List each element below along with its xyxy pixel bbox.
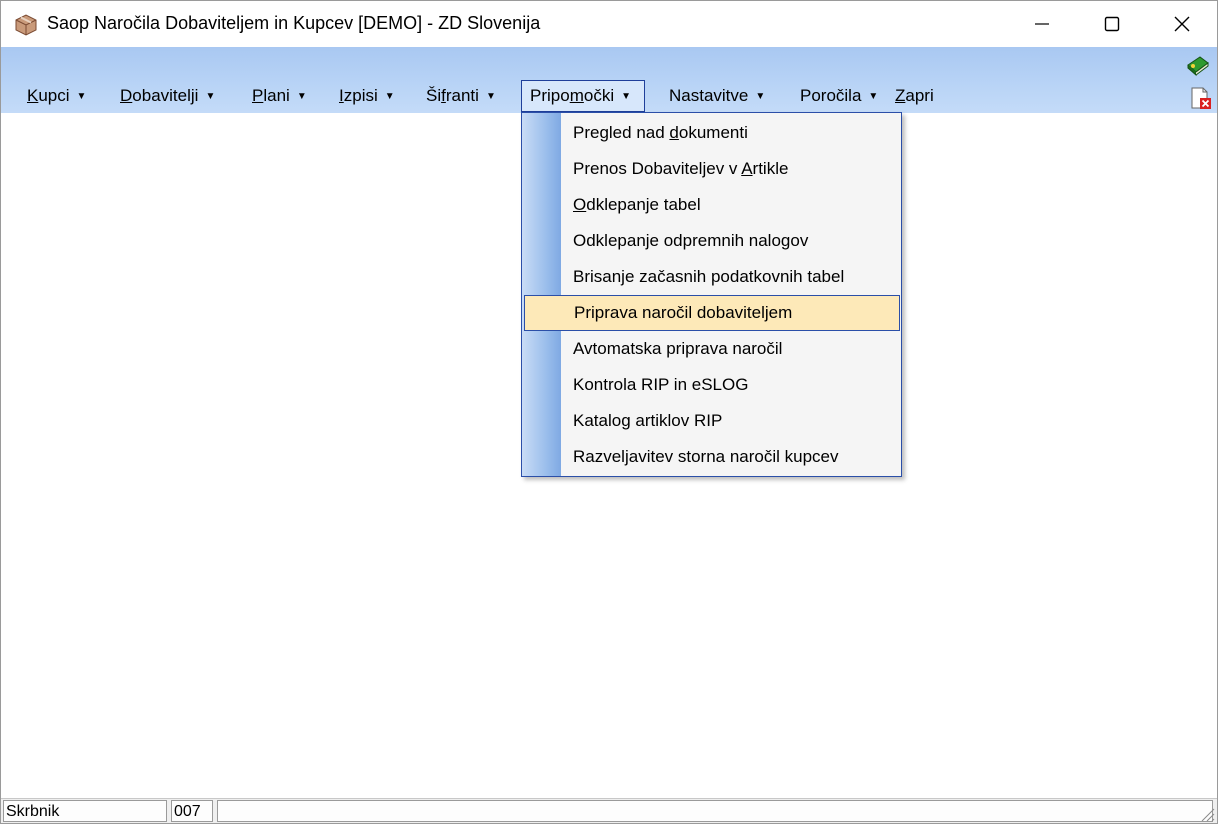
menu-zapri[interactable]: Zapri xyxy=(887,81,942,111)
window-title: Saop Naročila Dobaviteljem in Kupcev [DE… xyxy=(47,13,541,33)
menu-item-pregled-nad-dokumenti[interactable]: Pregled nad dokumenti xyxy=(522,115,901,151)
menu-plani[interactable]: Plani ▼ xyxy=(244,81,315,111)
menu-item-brisanje-zacasnih-tabel[interactable]: Brisanje začasnih podatkovnih tabel xyxy=(522,259,901,295)
status-code: 007 xyxy=(171,800,213,822)
menu-item-avtomatska-priprava-narocil[interactable]: Avtomatska priprava naročil xyxy=(522,331,901,367)
dropdown-arrow-icon: ▼ xyxy=(384,91,395,102)
menu-pripomocki[interactable]: Pripomočki ▼ xyxy=(521,80,645,112)
status-bar: Skrbnik 007 xyxy=(1,798,1217,823)
menu-nastavitve[interactable]: Nastavitve ▼ xyxy=(661,81,773,111)
menu-item-katalog-artiklov-rip[interactable]: Katalog artiklov RIP xyxy=(522,403,901,439)
maximize-icon xyxy=(1104,16,1120,32)
menu-item-odklepanje-tabel[interactable]: Odklepanje tabel xyxy=(522,187,901,223)
menu-sifranti[interactable]: Šifranti ▼ xyxy=(418,81,504,111)
menu-bar: Kupci ▼ Dobavitelji ▼ Plani ▼ Izpisi ▼ Šifra… xyxy=(1,47,1217,113)
minimize-icon xyxy=(1035,23,1049,25)
minimize-button[interactable] xyxy=(1007,1,1077,47)
resize-grip-icon[interactable] xyxy=(1197,804,1215,822)
dropdown-arrow-icon: ▼ xyxy=(485,91,496,102)
menu-porocila[interactable]: Poročila ▼ xyxy=(792,81,886,111)
title-bar[interactable]: Saop Naročila Dobaviteljem in Kupcev [DE… xyxy=(1,1,1217,47)
maximize-button[interactable] xyxy=(1077,1,1147,47)
status-user: Skrbnik xyxy=(3,800,167,822)
menu-item-prenos-dobaviteljev[interactable]: Prenos Dobaviteljev v Artikle xyxy=(522,151,901,187)
menu-izpisi[interactable]: Izpisi ▼ xyxy=(331,81,403,111)
green-book-icon[interactable] xyxy=(1186,53,1210,77)
menu-item-odklepanje-odpremnih-nalogov[interactable]: Odklepanje odpremnih nalogov xyxy=(522,223,901,259)
dropdown-arrow-icon: ▼ xyxy=(205,91,216,102)
close-button[interactable] xyxy=(1147,1,1217,47)
dropdown-arrow-icon: ▼ xyxy=(296,91,307,102)
pripomocki-dropdown-menu: Pregled nad dokumenti Prenos Dobavitelje… xyxy=(521,112,902,477)
app-window: Saop Naročila Dobaviteljem in Kupcev [DE… xyxy=(0,0,1218,824)
dropdown-arrow-icon: ▼ xyxy=(76,91,87,102)
menu-item-kontrola-rip-eslog[interactable]: Kontrola RIP in eSLOG xyxy=(522,367,901,403)
dropdown-arrow-icon: ▼ xyxy=(868,91,879,102)
menu-kupci[interactable]: Kupci ▼ xyxy=(19,81,94,111)
close-icon xyxy=(1174,16,1190,32)
menu-item-priprava-narocil-dobaviteljem[interactable]: Priprava naročil dobaviteljem xyxy=(524,295,900,331)
dropdown-arrow-icon: ▼ xyxy=(621,91,631,102)
close-document-icon[interactable] xyxy=(1189,86,1213,110)
dropdown-arrow-icon: ▼ xyxy=(755,91,766,102)
app-box-icon xyxy=(13,11,39,37)
status-message xyxy=(217,800,1213,822)
menu-dobavitelji[interactable]: Dobavitelji ▼ xyxy=(112,81,223,111)
menu-item-razveljavitev-storna[interactable]: Razveljavitev storna naročil kupcev xyxy=(522,439,901,475)
